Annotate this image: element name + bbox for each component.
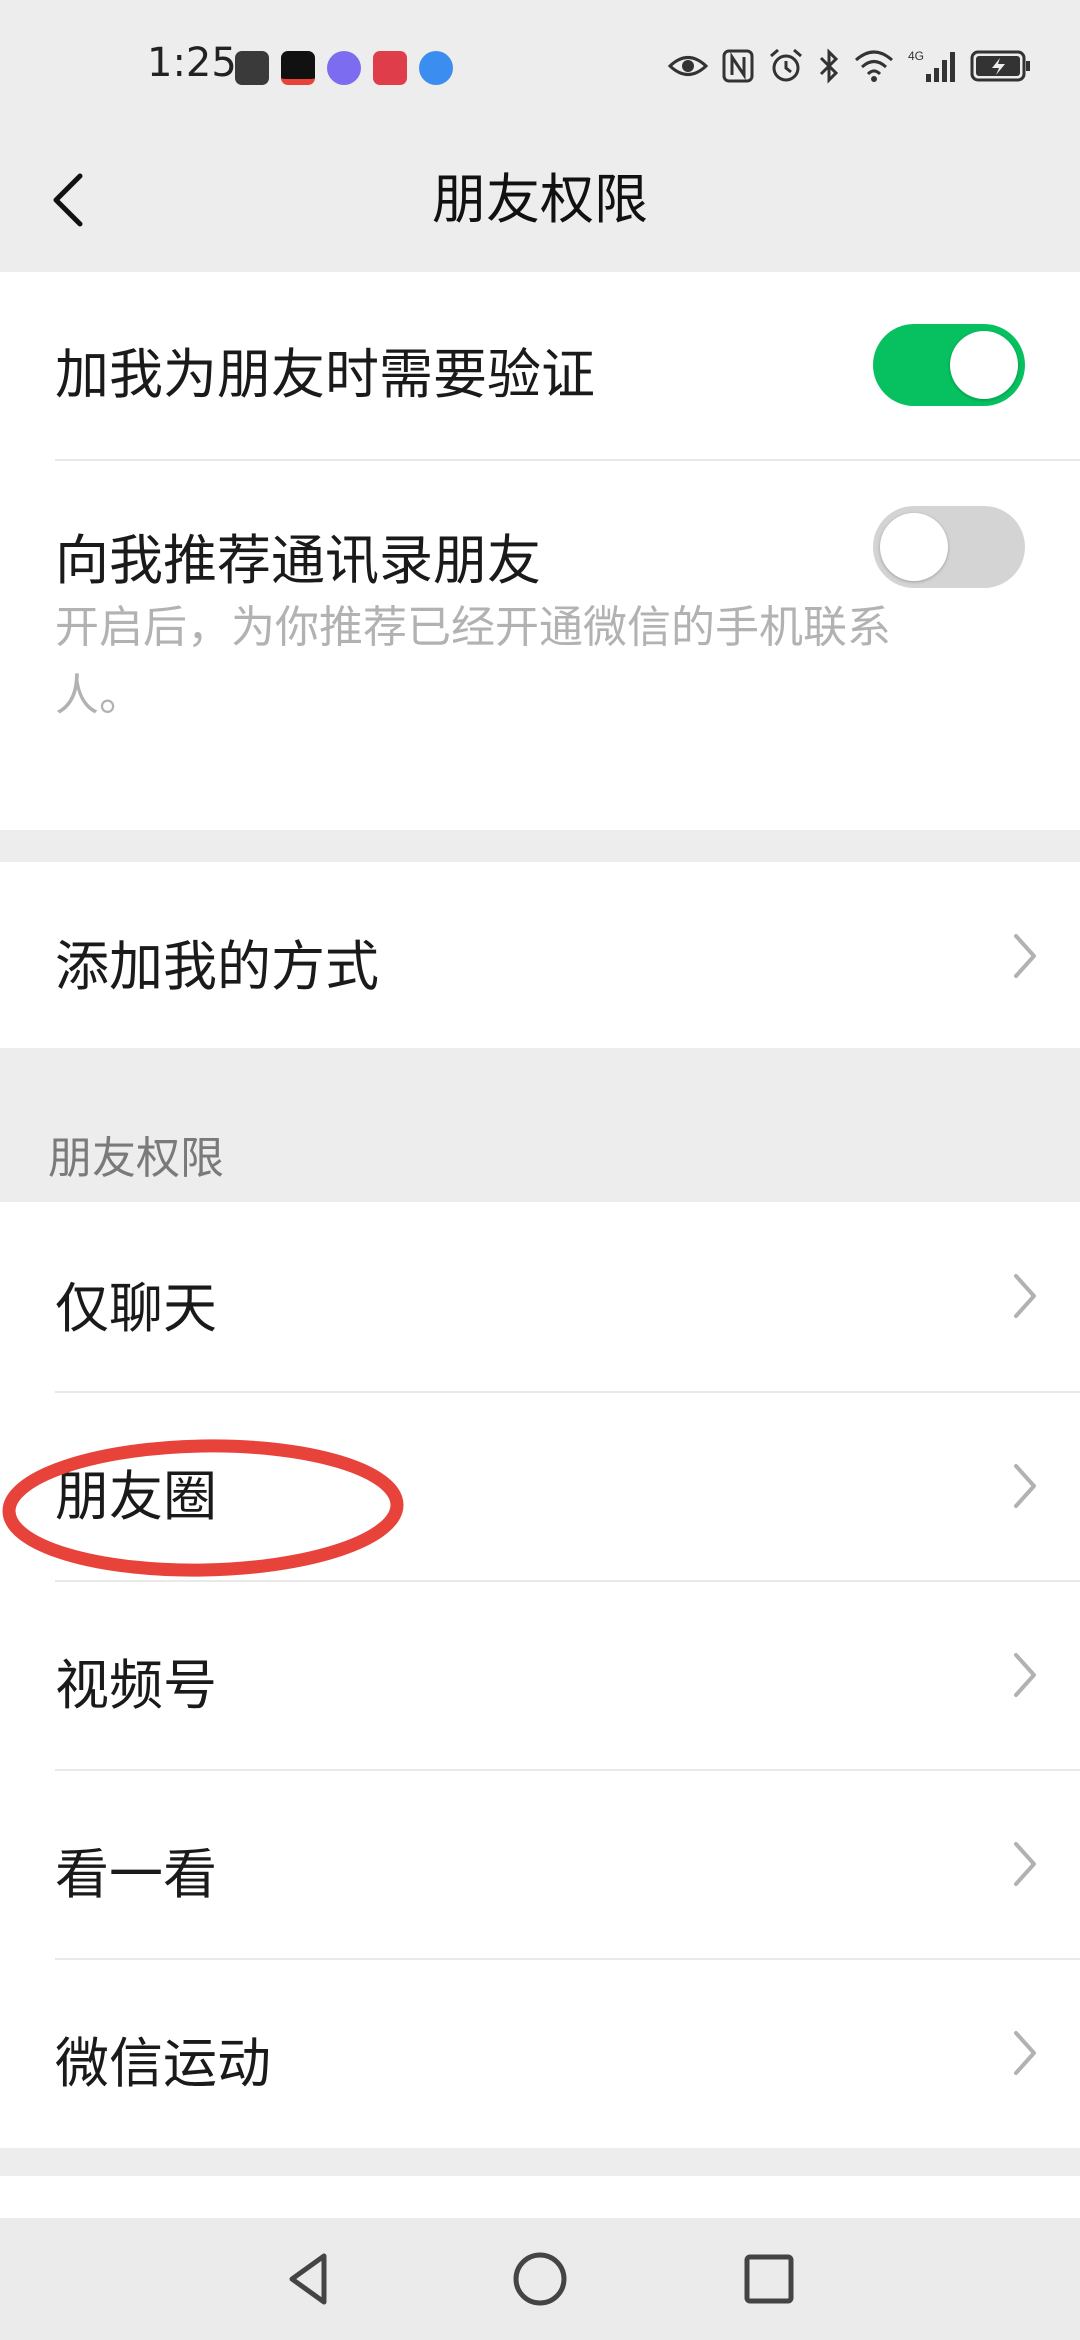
toggle-knob bbox=[950, 331, 1018, 399]
music-icon bbox=[327, 51, 361, 85]
tiktok-icon bbox=[281, 51, 315, 85]
notification-icons bbox=[235, 48, 453, 88]
nfc-icon bbox=[722, 49, 754, 83]
row-chat-only[interactable]: 仅聊天 bbox=[0, 1202, 1080, 1391]
wifi-icon bbox=[855, 50, 893, 82]
row-label: 添加我的方式 bbox=[55, 935, 379, 998]
chevron-right-icon bbox=[1014, 1842, 1036, 1886]
row-label: 看一看 bbox=[55, 1843, 217, 1906]
row-top-stories[interactable]: 看一看 bbox=[0, 1770, 1080, 1959]
browser-icon bbox=[419, 51, 453, 85]
row-label: 加我为朋友时需要验证 bbox=[55, 343, 595, 406]
svg-text:4G: 4G bbox=[908, 49, 924, 63]
settings-group-verification: 加我为朋友时需要验证 向我推荐通讯录朋友 开启后，为你推荐已经开通微信的手机联系… bbox=[0, 272, 1080, 830]
settings-group-permissions: 仅聊天 朋友圈 视频号 看一看 微信运动 bbox=[0, 1202, 1080, 2148]
settings-group-add-methods: 添加我的方式 bbox=[0, 862, 1080, 1048]
recommend-description: 开启后，为你推荐已经开通微信的手机联系 人。 bbox=[55, 594, 975, 730]
row-verify-required[interactable]: 加我为朋友时需要验证 bbox=[0, 272, 1080, 460]
section-title: 朋友权限 bbox=[48, 1133, 224, 1184]
row-channels[interactable]: 视频号 bbox=[0, 1581, 1080, 1769]
system-icons: 4G bbox=[668, 46, 1032, 86]
chevron-right-icon bbox=[1014, 934, 1036, 978]
description-line: 开启后，为你推荐已经开通微信的手机联系 bbox=[55, 602, 891, 653]
row-werun[interactable]: 微信运动 bbox=[0, 1959, 1080, 2148]
android-nav-bar bbox=[0, 2218, 1080, 2340]
back-button[interactable] bbox=[36, 160, 116, 240]
row-recommend-contacts[interactable]: 向我推荐通讯录朋友 开启后，为你推荐已经开通微信的手机联系 人。 bbox=[0, 460, 1080, 830]
chevron-right-icon bbox=[1014, 2031, 1036, 2075]
red-annotation-ellipse bbox=[2, 1439, 404, 1577]
book-icon bbox=[373, 51, 407, 85]
alarm-icon bbox=[770, 48, 802, 82]
settings-group-next bbox=[0, 2176, 1080, 2218]
nav-bar: 朋友权限 bbox=[0, 130, 1080, 270]
recommend-toggle[interactable] bbox=[873, 506, 1025, 588]
signal-4g-icon: 4G bbox=[908, 49, 955, 82]
battery-charging-icon bbox=[970, 50, 1030, 82]
status-time: 1:25 bbox=[147, 40, 237, 86]
page-title: 朋友权限 bbox=[432, 168, 648, 231]
row-label: 微信运动 bbox=[55, 2032, 271, 2095]
chevron-right-icon bbox=[1014, 1653, 1036, 1697]
row-add-methods[interactable]: 添加我的方式 bbox=[0, 862, 1080, 1048]
verify-toggle[interactable] bbox=[873, 324, 1025, 406]
huawei-appgallery-icon bbox=[235, 51, 269, 85]
chevron-left-icon bbox=[53, 173, 83, 227]
toggle-knob bbox=[880, 513, 948, 581]
eye-icon bbox=[668, 56, 708, 76]
row-label: 视频号 bbox=[55, 1654, 217, 1717]
description-line: 人。 bbox=[55, 670, 143, 721]
row-label: 仅聊天 bbox=[55, 1277, 217, 1340]
chevron-right-icon bbox=[1014, 1464, 1036, 1508]
status-bar: 1:25 4G bbox=[0, 0, 1080, 130]
bluetooth-icon bbox=[819, 48, 839, 84]
home-circle-icon[interactable] bbox=[505, 2244, 575, 2314]
recents-square-icon[interactable] bbox=[734, 2244, 804, 2314]
back-triangle-icon[interactable] bbox=[274, 2244, 344, 2314]
row-label: 向我推荐通讯录朋友 bbox=[55, 529, 541, 592]
chevron-right-icon bbox=[1014, 1274, 1036, 1318]
